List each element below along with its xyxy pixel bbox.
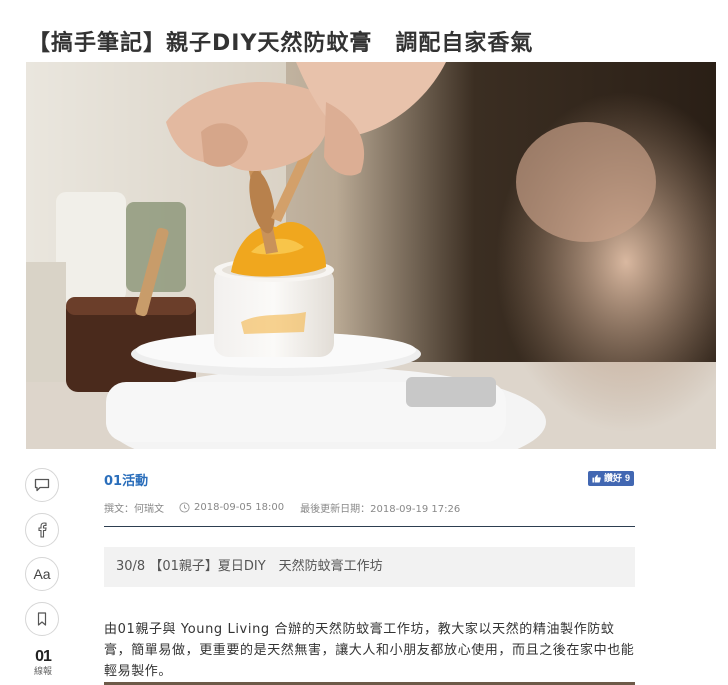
hk01-tips-button[interactable]: 01 線報 xyxy=(25,648,61,678)
clock-icon xyxy=(179,502,190,513)
font-size-icon: Aa xyxy=(33,566,51,582)
comment-icon xyxy=(34,478,50,492)
article-paragraph: 由01親子與 Young Living 合辦的天然防蚊膏工作坊，教大家以天然的精… xyxy=(104,622,635,679)
like-label: 讚好 xyxy=(604,473,623,483)
category-link[interactable]: 01活動 xyxy=(104,470,148,489)
like-count: 9 xyxy=(625,473,631,483)
logo-label: 線報 xyxy=(33,667,52,677)
author: 撰文：何瑞文 xyxy=(104,504,164,515)
font-size-button[interactable]: Aa xyxy=(25,557,59,591)
hk01-logo: 01 xyxy=(35,648,52,665)
facebook-share-button[interactable] xyxy=(25,513,59,547)
article-meta: 撰文：何瑞文 2018-09-05 18:00 最後更新日期：2018-09-1… xyxy=(104,500,460,515)
hero-image xyxy=(26,62,716,449)
updated-time: 最後更新日期：2018-09-19 17:26 xyxy=(300,504,461,515)
related-article-link[interactable]: 30/8 【01親子】夏日DIY 天然防蚊膏工作坊 xyxy=(104,547,635,587)
bookmark-button[interactable] xyxy=(25,602,59,636)
publish-time: 2018-09-05 18:00 xyxy=(194,502,285,513)
page-title: 【搞手筆記】親子DIY天然防蚊膏 調配自家香氣 xyxy=(28,30,534,56)
comment-button[interactable] xyxy=(25,468,59,502)
facebook-like-button[interactable]: 讚好 9 xyxy=(588,471,635,486)
hero-photo-drawing xyxy=(26,62,716,449)
thumbs-up-icon xyxy=(592,474,601,483)
facebook-icon xyxy=(38,522,47,538)
bookmark-icon xyxy=(37,612,47,626)
meta-divider xyxy=(104,526,635,527)
